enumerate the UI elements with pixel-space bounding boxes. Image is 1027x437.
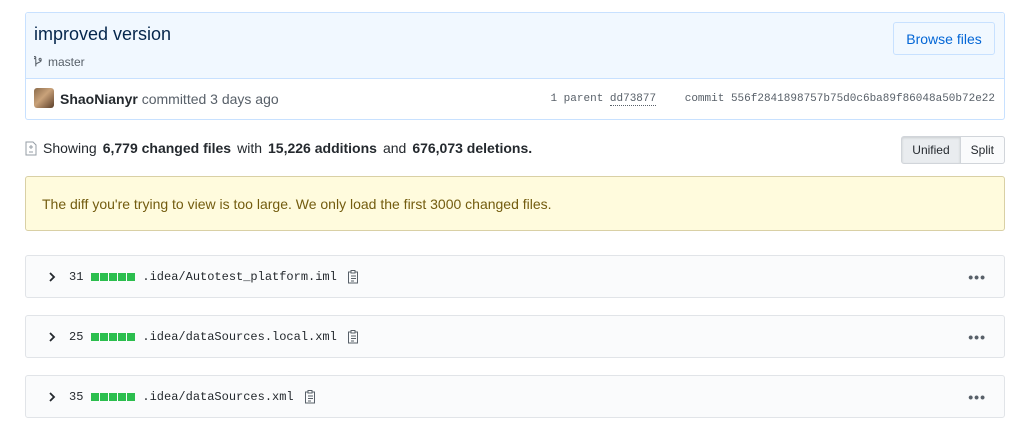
file-diff-icon — [25, 141, 37, 155]
summary-and: and — [382, 140, 407, 156]
file-name[interactable]: .idea/Autotest_platform.iml — [142, 270, 336, 284]
chevron-right-icon[interactable] — [48, 271, 56, 283]
commit-header: improved version master Browse files — [26, 13, 1004, 79]
summary-deletions: 676,073 deletions. — [412, 140, 533, 156]
diff-summary: Showing 6,779 changed files with 15,226 … — [25, 136, 1005, 165]
avatar[interactable] — [34, 88, 54, 108]
diffstat — [91, 272, 136, 281]
summary-text: Showing 6,779 changed files with 15,226 … — [25, 140, 532, 156]
diff-view-toggle: Unified Split — [901, 136, 1005, 164]
chevron-right-icon[interactable] — [48, 331, 56, 343]
split-button[interactable]: Split — [960, 136, 1005, 164]
diffstat — [91, 332, 136, 341]
clipboard-icon[interactable] — [347, 329, 361, 345]
file-header[interactable]: 35 .idea/dataSources.xml ••• — [25, 375, 1005, 418]
more-options-icon[interactable]: ••• — [968, 329, 986, 345]
summary-with: with — [237, 140, 263, 156]
unified-button[interactable]: Unified — [901, 136, 961, 164]
commit-title: improved version — [34, 24, 172, 44]
author-link[interactable]: ShaoNianyr — [60, 91, 138, 107]
file-header[interactable]: 31 .idea/Autotest_platform.iml ••• — [25, 255, 1005, 298]
commit-meta: ShaoNianyr committed 3 days ago 1 parent… — [26, 79, 1004, 120]
parent-sha-link[interactable]: dd73877 — [609, 93, 657, 106]
commit-box: improved version master Browse files Sha… — [25, 12, 1005, 120]
commit-label: commit — [684, 93, 725, 105]
clipboard-icon[interactable] — [347, 269, 361, 285]
browse-files-button[interactable]: Browse files — [893, 22, 995, 55]
commit-author-line: ShaoNianyr committed 3 days ago — [60, 91, 279, 107]
flash-warning: The diff you're trying to view is too la… — [25, 176, 1005, 231]
commit-time: committed 3 days ago — [141, 91, 279, 107]
file-change-count: 35 — [69, 389, 84, 404]
file-change-count: 31 — [69, 269, 84, 284]
summary-prefix: Showing — [43, 140, 97, 156]
chevron-right-icon[interactable] — [48, 391, 56, 403]
branch-name: master — [48, 55, 85, 69]
file-header[interactable]: 25 .idea/dataSources.local.xml ••• — [25, 315, 1005, 358]
parent-label: 1 parent — [550, 93, 604, 105]
branch-label[interactable]: master — [34, 55, 85, 69]
more-options-icon[interactable]: ••• — [968, 389, 986, 405]
commit-shas: 1 parent dd73877 commit 556f2841898757b7… — [550, 93, 995, 106]
file-change-count: 25 — [69, 329, 84, 344]
file-name[interactable]: .idea/dataSources.xml — [142, 390, 293, 404]
summary-changed[interactable]: 6,779 changed files — [103, 140, 231, 156]
diffstat — [91, 392, 136, 401]
git-branch-icon — [34, 55, 42, 66]
commit-sha[interactable]: 556f2841898757b75d0c6ba89f86048a50b72e22 — [731, 93, 995, 105]
clipboard-icon[interactable] — [304, 389, 318, 405]
file-name[interactable]: .idea/dataSources.local.xml — [142, 330, 336, 344]
more-options-icon[interactable]: ••• — [968, 269, 986, 285]
summary-additions: 15,226 additions — [268, 140, 377, 156]
